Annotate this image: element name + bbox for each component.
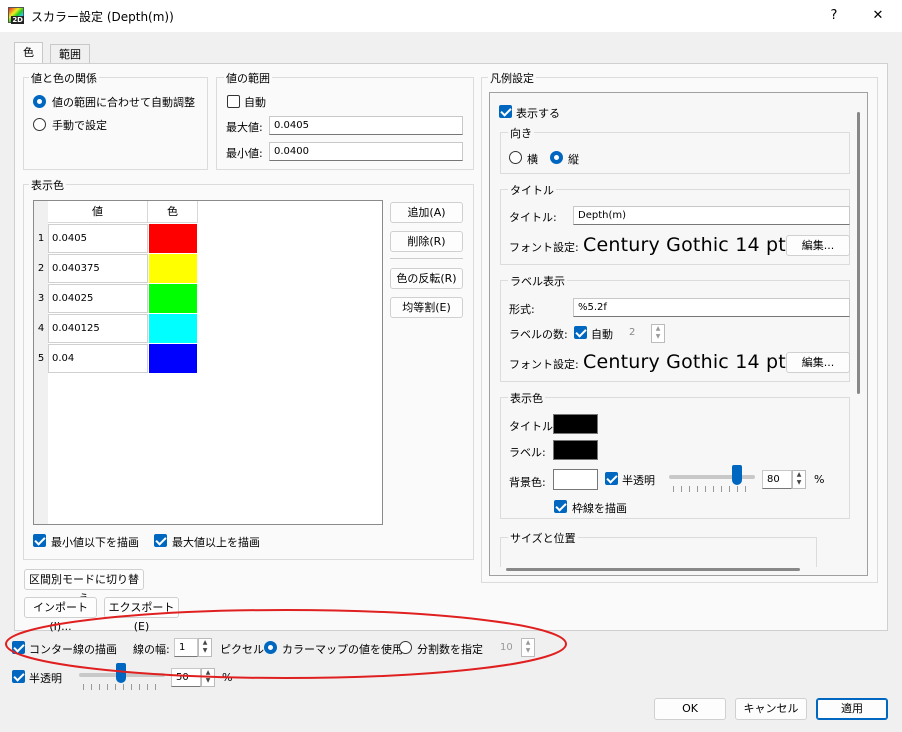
color-swatch[interactable] bbox=[149, 284, 197, 313]
radio-manual[interactable] bbox=[33, 118, 46, 131]
value-color-relation-group bbox=[23, 77, 208, 170]
legend-opacity-input[interactable]: 80 bbox=[762, 470, 792, 489]
delete-button[interactable]: 削除(R) bbox=[390, 231, 463, 252]
legend-opacity-ticks bbox=[673, 486, 753, 492]
row-number: 4 bbox=[37, 323, 45, 334]
column-header-value[interactable]: 値 bbox=[48, 201, 148, 223]
title-color-label: タイトル: bbox=[509, 420, 557, 433]
label-font-label: フォント設定: bbox=[509, 358, 579, 371]
row-number: 2 bbox=[37, 263, 45, 274]
radio-manual-label: 手動で設定 bbox=[52, 119, 107, 132]
radio-horizontal[interactable] bbox=[509, 151, 522, 164]
legend-translucent-label: 半透明 bbox=[622, 474, 655, 487]
radio-horizontal-label: 横 bbox=[527, 153, 538, 166]
column-header-color[interactable]: 色 bbox=[148, 201, 198, 223]
app-icon-badge: 2D bbox=[11, 16, 24, 24]
equal-split-button[interactable]: 均等割(E) bbox=[390, 297, 463, 318]
label-display-title: ラベル表示 bbox=[508, 273, 567, 289]
legend-horizontal-scrollbar[interactable] bbox=[506, 568, 800, 571]
min-value-input[interactable]: 0.0400 bbox=[269, 142, 463, 161]
value-range-title: 値の範囲 bbox=[224, 70, 272, 86]
row-number: 1 bbox=[37, 233, 45, 244]
tab-range[interactable]: 範囲 bbox=[50, 44, 90, 64]
value-cell[interactable]: 0.04 bbox=[48, 344, 148, 373]
draw-below-min-checkbox[interactable] bbox=[33, 534, 46, 547]
cancel-button[interactable]: キャンセル bbox=[735, 698, 807, 720]
radio-vertical[interactable] bbox=[550, 151, 563, 164]
show-legend-checkbox[interactable] bbox=[499, 105, 512, 118]
draw-border-label: 枠線を描画 bbox=[572, 502, 627, 515]
size-position-title: サイズと位置 bbox=[508, 530, 578, 546]
legend-title-input[interactable]: Depth(m) bbox=[573, 206, 850, 225]
show-legend-label: 表示する bbox=[516, 107, 560, 120]
value-color-relation-title: 値と色の関係 bbox=[29, 70, 99, 86]
label-count-input[interactable]: 2 bbox=[627, 324, 651, 343]
background-color-swatch[interactable] bbox=[553, 469, 598, 490]
auto-range-checkbox[interactable] bbox=[227, 95, 240, 108]
label-color-label: ラベル: bbox=[509, 446, 546, 459]
legend-opacity-percent: % bbox=[814, 473, 825, 486]
background-color-label: 背景色: bbox=[509, 476, 546, 489]
label-font-preview: Century Gothic 14 pt bbox=[583, 351, 786, 373]
reverse-colors-button[interactable]: 色の反転(R) bbox=[390, 268, 463, 289]
title-font-edit-button[interactable]: 編集... bbox=[786, 235, 850, 256]
max-value-label: 最大値: bbox=[226, 121, 263, 134]
title-color-swatch[interactable] bbox=[553, 414, 598, 434]
legend-title-label: タイトル: bbox=[509, 211, 557, 224]
title-font-label: フォント設定: bbox=[509, 241, 579, 254]
annotation-ellipse bbox=[5, 609, 567, 679]
value-cell[interactable]: 0.04025 bbox=[48, 284, 148, 313]
legend-opacity-spinner[interactable]: ▲ ▼ bbox=[792, 470, 806, 489]
label-count-label: ラベルの数: bbox=[509, 328, 568, 341]
label-count-auto-checkbox[interactable] bbox=[574, 326, 587, 339]
color-swatch[interactable] bbox=[149, 344, 197, 373]
ok-button[interactable]: OK bbox=[654, 698, 726, 720]
min-value-label: 最小値: bbox=[226, 147, 263, 160]
app-icon: 2D bbox=[8, 7, 24, 24]
orientation-title: 向き bbox=[508, 125, 534, 141]
legend-translucent-checkbox[interactable] bbox=[605, 472, 618, 485]
label-font-edit-button[interactable]: 編集... bbox=[786, 352, 850, 373]
close-button[interactable]: ✕ bbox=[868, 6, 888, 26]
value-cell[interactable]: 0.0405 bbox=[48, 224, 148, 253]
label-count-spinner[interactable]: ▲ ▼ bbox=[651, 324, 665, 343]
color-swatch[interactable] bbox=[149, 224, 197, 253]
radio-auto-adjust-label: 値の範囲に合わせて自動調整 bbox=[52, 96, 195, 109]
draw-above-max-checkbox[interactable] bbox=[154, 534, 167, 547]
row-number: 3 bbox=[37, 293, 45, 304]
row-number: 5 bbox=[37, 353, 45, 364]
radio-auto-adjust[interactable] bbox=[33, 95, 46, 108]
label-count-auto-label: 自動 bbox=[591, 328, 613, 341]
format-input[interactable]: %5.2f bbox=[573, 298, 850, 317]
format-label: 形式: bbox=[509, 303, 535, 316]
draw-border-checkbox[interactable] bbox=[554, 500, 567, 513]
title-font-preview: Century Gothic 14 pt bbox=[583, 234, 786, 256]
max-value-input[interactable]: 0.0405 bbox=[269, 116, 463, 135]
auto-range-label: 自動 bbox=[244, 96, 266, 109]
translucent-ticks bbox=[83, 684, 163, 690]
legend-opacity-slider-thumb[interactable] bbox=[732, 465, 742, 485]
label-color-swatch[interactable] bbox=[553, 440, 598, 460]
radio-vertical-label: 縦 bbox=[568, 153, 579, 166]
section-mode-button[interactable]: 区間別モードに切り替え bbox=[24, 569, 144, 605]
window-title: スカラー設定 (Depth(m)) bbox=[31, 10, 174, 24]
help-button[interactable]: ? bbox=[824, 6, 844, 26]
legend-colors-title: 表示色 bbox=[508, 390, 545, 406]
draw-below-min-label: 最小値以下を描画 bbox=[51, 536, 139, 549]
add-button[interactable]: 追加(A) bbox=[390, 202, 463, 223]
display-colors-title: 表示色 bbox=[29, 177, 66, 193]
legend-opacity-slider[interactable] bbox=[669, 475, 755, 479]
apply-button[interactable]: 適用 bbox=[816, 698, 888, 720]
legend-settings-title: 凡例設定 bbox=[488, 70, 536, 86]
legend-vertical-scrollbar[interactable] bbox=[857, 112, 860, 394]
value-cell[interactable]: 0.040125 bbox=[48, 314, 148, 343]
color-swatch[interactable] bbox=[149, 314, 197, 343]
legend-title-group-title: タイトル bbox=[508, 182, 556, 198]
value-cell[interactable]: 0.040375 bbox=[48, 254, 148, 283]
draw-above-max-label: 最大値以上を描画 bbox=[172, 536, 260, 549]
button-divider bbox=[390, 258, 463, 259]
color-swatch[interactable] bbox=[149, 254, 197, 283]
tab-color[interactable]: 色 bbox=[14, 42, 43, 64]
